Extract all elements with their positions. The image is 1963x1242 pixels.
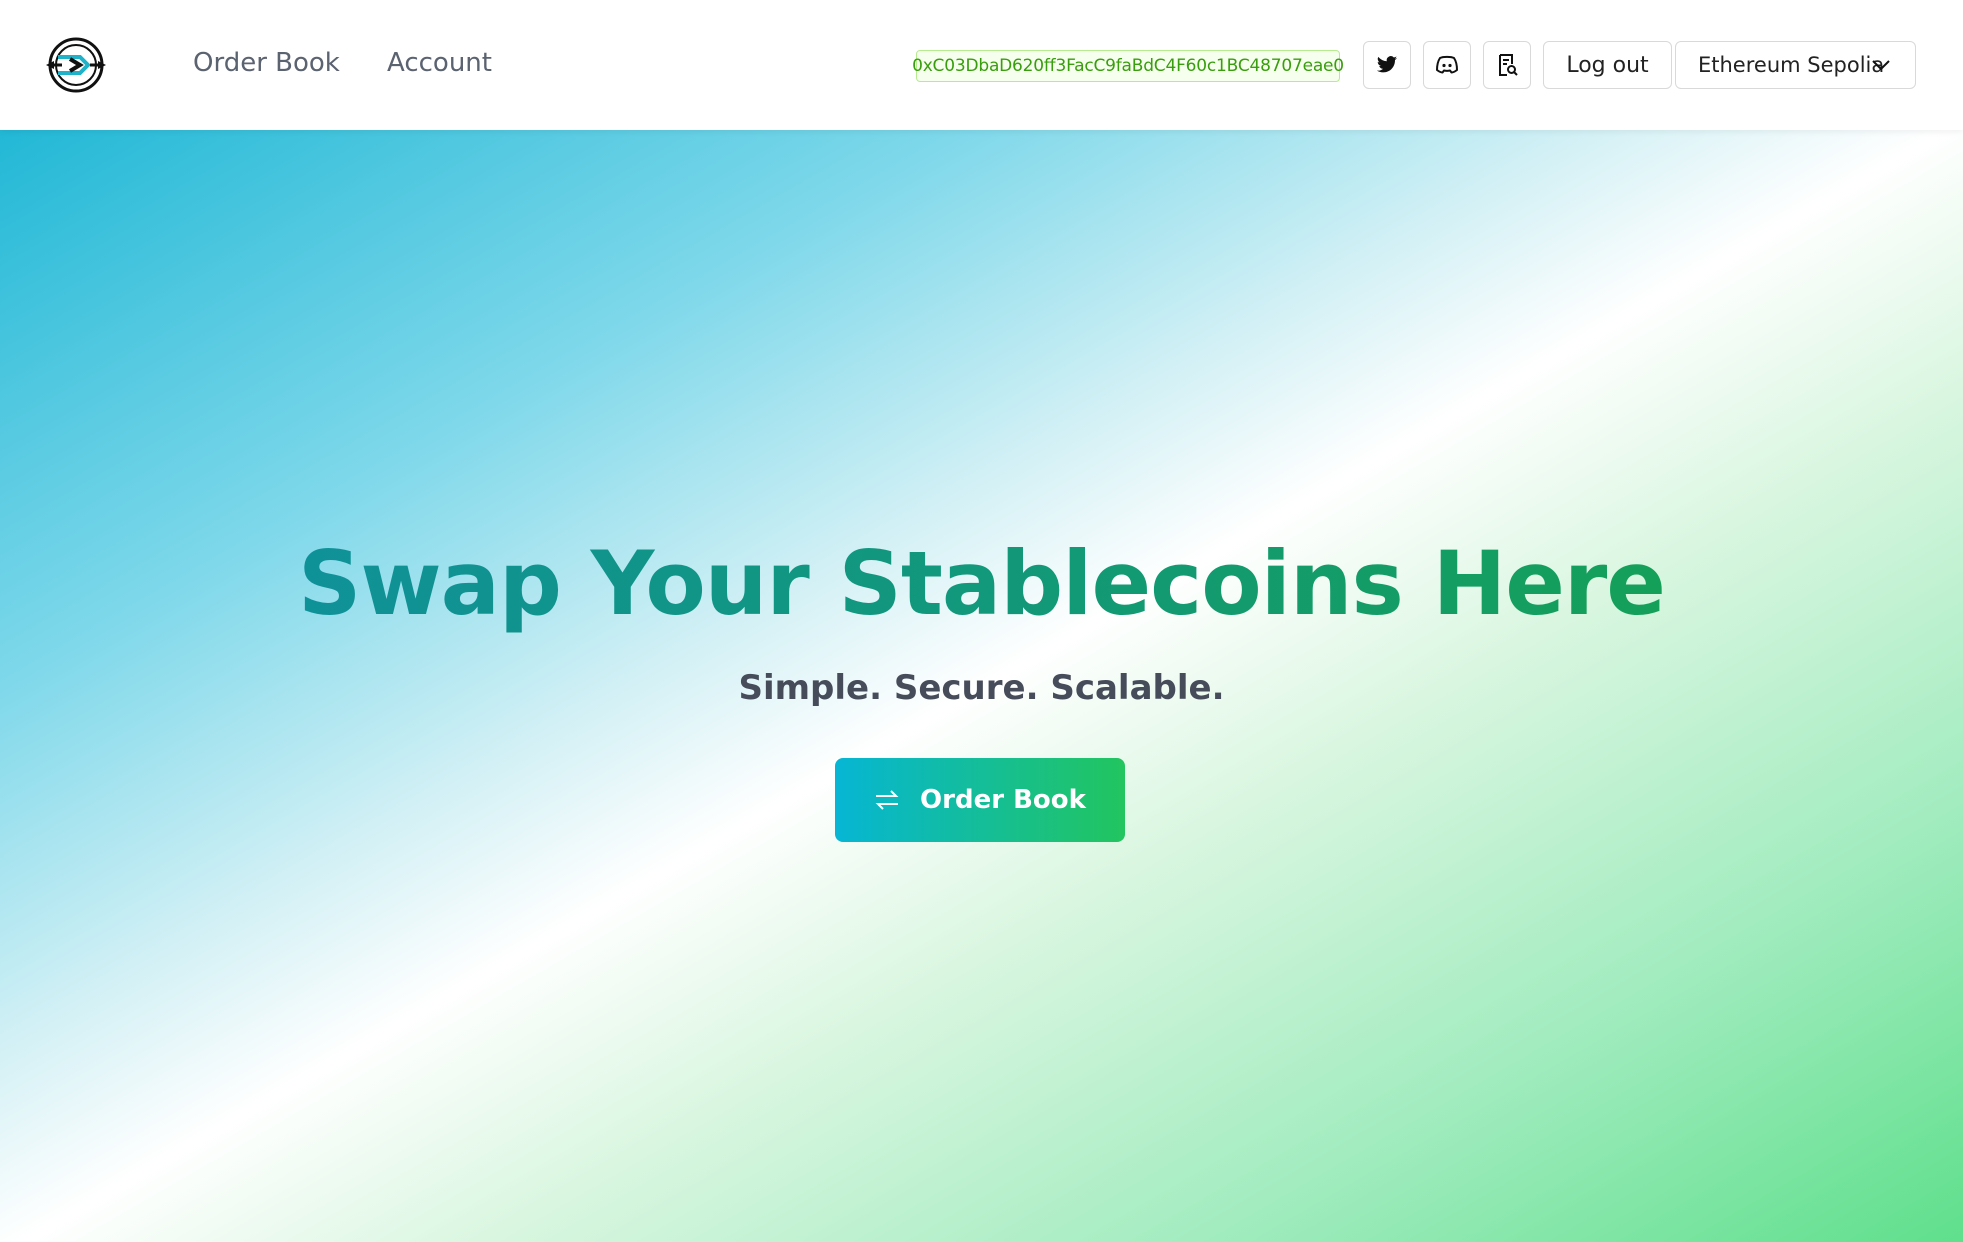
- swap-arrows-icon: [875, 790, 899, 810]
- nav-order-book[interactable]: Order Book: [193, 48, 340, 78]
- discord-button[interactable]: [1423, 41, 1471, 89]
- twitter-icon: [1376, 56, 1398, 73]
- docs-search-icon: [1499, 54, 1518, 76]
- top-navbar: Order Book Account 0xC03DbaD620ff3FacC9f…: [0, 0, 1963, 130]
- chevron-down-icon: [1872, 60, 1890, 71]
- network-select-value: Ethereum Sepolia: [1698, 53, 1885, 77]
- logout-button[interactable]: Log out: [1543, 41, 1672, 89]
- hero-subtitle: Simple. Secure. Scalable.: [738, 668, 1225, 708]
- hero-title: Swap Your Stablecoins Here: [0, 532, 1963, 635]
- exchange-logo-icon: [46, 37, 106, 93]
- twitter-button[interactable]: [1363, 41, 1411, 89]
- nav-account[interactable]: Account: [387, 48, 492, 78]
- logo[interactable]: [44, 35, 108, 95]
- order-book-cta-button[interactable]: Order Book: [835, 758, 1125, 842]
- discord-icon: [1436, 55, 1458, 74]
- wallet-address-badge: 0xC03DbaD620ff3FacC9faBdC4F60c1BC48707ea…: [912, 50, 1344, 82]
- hero-section: Swap Your Stablecoins Here Simple. Secur…: [0, 130, 1963, 1242]
- docs-button[interactable]: [1483, 41, 1531, 89]
- order-book-cta-label: Order Book: [920, 785, 1086, 815]
- network-select[interactable]: Ethereum Sepolia: [1675, 41, 1916, 89]
